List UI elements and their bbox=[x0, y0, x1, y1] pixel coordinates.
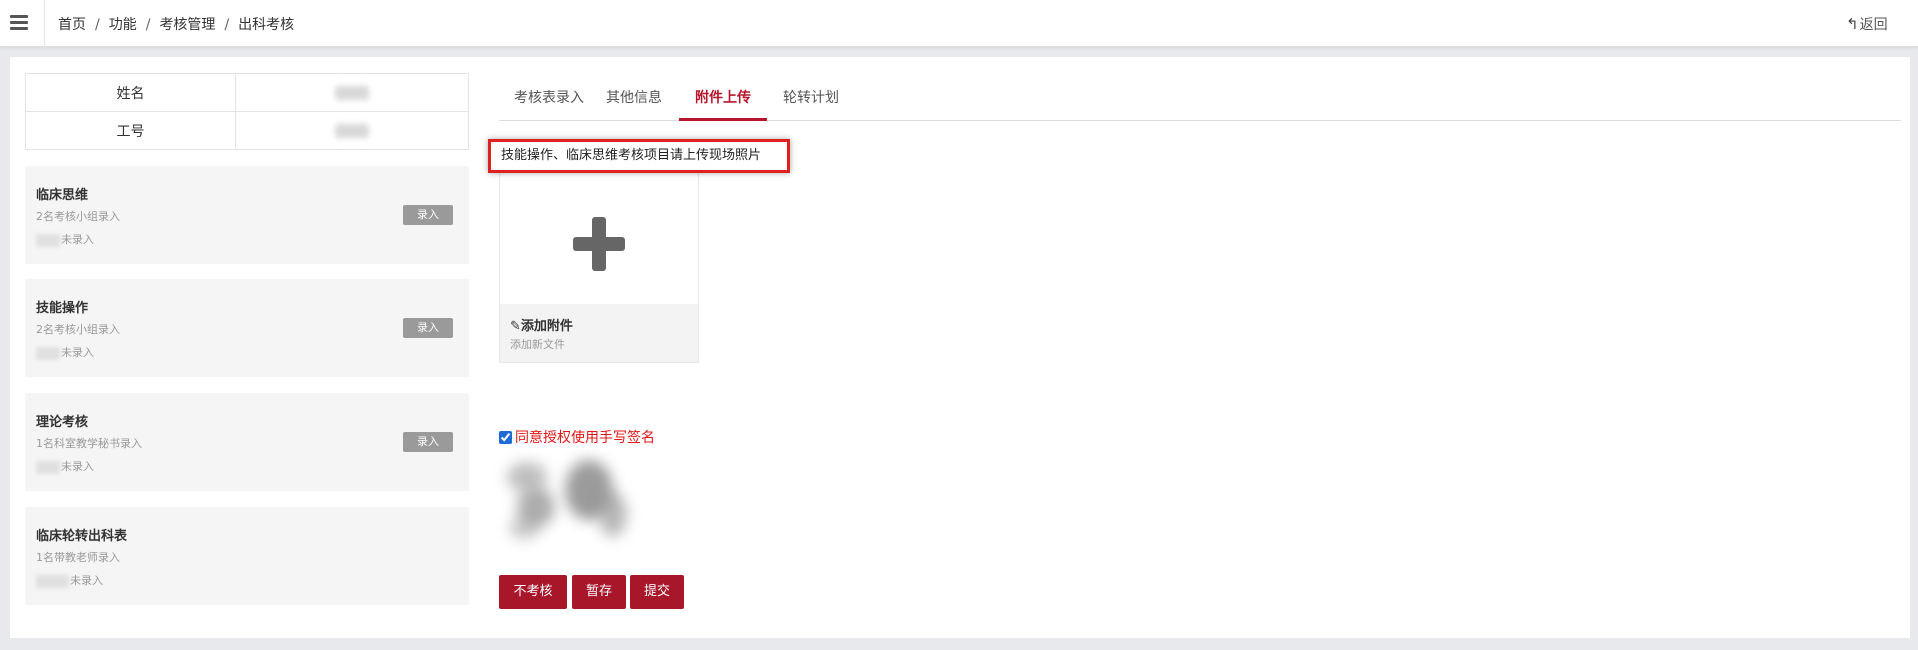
task-card-rotation-exit-form: 临床轮转出科表 1名带教老师录入 未录入 bbox=[25, 507, 469, 605]
enter-button[interactable]: 录入 bbox=[403, 432, 453, 452]
task-status-text: 未录入 bbox=[61, 233, 94, 246]
tab-rotation-plan[interactable]: 轮转计划 bbox=[782, 87, 840, 121]
name-label: 姓名 bbox=[25, 73, 236, 112]
enter-button[interactable]: 录入 bbox=[403, 318, 453, 338]
back-link[interactable]: ↰返回 bbox=[1846, 14, 1888, 34]
task-status: 未录入 bbox=[36, 344, 94, 360]
table-row: 工号 bbox=[25, 111, 469, 150]
signature-consent[interactable]: 同意授权使用手写签名 bbox=[499, 427, 655, 447]
breadcrumb-separator: / bbox=[95, 17, 100, 33]
task-status-text: 未录入 bbox=[61, 346, 94, 359]
task-status-text: 未录入 bbox=[61, 460, 94, 473]
blurred-name bbox=[36, 346, 60, 360]
topbar-divider bbox=[44, 0, 45, 47]
save-draft-button[interactable]: 暂存 bbox=[572, 575, 626, 609]
task-status-text: 未录入 bbox=[70, 574, 103, 587]
task-subtitle: 1名带教老师录入 bbox=[36, 551, 120, 564]
employee-id-value bbox=[235, 111, 469, 150]
student-info-table: 姓名 工号 bbox=[25, 73, 469, 150]
task-card-clinical-thinking: 临床思维 2名考核小组录入 未录入 录入 bbox=[25, 166, 469, 264]
back-label: 返回 bbox=[1859, 17, 1888, 33]
task-title: 临床轮转出科表 bbox=[36, 529, 128, 544]
add-attachment-area[interactable] bbox=[500, 168, 698, 304]
breadcrumb-current: 出科考核 bbox=[238, 17, 295, 33]
task-card-theory-exam: 理论考核 1名科室教学秘书录入 未录入 录入 bbox=[25, 393, 469, 491]
task-title: 理论考核 bbox=[36, 415, 89, 430]
blurred-value bbox=[335, 85, 369, 100]
tab-assessment-entry[interactable]: 考核表录入 bbox=[513, 87, 585, 121]
breadcrumb-separator: / bbox=[145, 17, 151, 33]
task-status: 未录入 bbox=[36, 572, 103, 588]
breadcrumb-function[interactable]: 功能 bbox=[109, 17, 137, 33]
table-row: 姓名 bbox=[25, 73, 469, 112]
signature-consent-label: 同意授权使用手写签名 bbox=[515, 430, 655, 446]
add-attachment-footer: ✎添加附件 添加新文件 bbox=[500, 304, 698, 362]
breadcrumb-separator: / bbox=[224, 17, 230, 33]
blurred-name bbox=[36, 574, 69, 588]
breadcrumb-home[interactable]: 首页 bbox=[58, 17, 86, 33]
tab-other-info[interactable]: 其他信息 bbox=[605, 87, 663, 121]
main-card: 姓名 工号 临床思维 2名考核小组录入 未录入 录入 技能操作 2名考核小组录入… bbox=[10, 57, 1910, 638]
top-bar: 首页 / 功能 / 考核管理 / 出科考核 ↰返回 bbox=[0, 0, 1918, 47]
task-title: 临床思维 bbox=[36, 188, 89, 203]
add-attachment-label: 添加附件 bbox=[520, 319, 573, 334]
tab-bar: 考核表录入 其他信息 附件上传 轮转计划 bbox=[499, 57, 1901, 121]
blurred-name bbox=[36, 460, 60, 474]
blurred-value bbox=[335, 123, 369, 138]
breadcrumb-assessment-management[interactable]: 考核管理 bbox=[159, 17, 215, 33]
name-value bbox=[235, 73, 469, 112]
submit-button[interactable]: 提交 bbox=[630, 575, 684, 609]
task-subtitle: 1名科室教学秘书录入 bbox=[36, 437, 142, 450]
breadcrumb: 首页 / 功能 / 考核管理 / 出科考核 bbox=[58, 14, 294, 34]
back-arrow-icon: ↰ bbox=[1846, 15, 1859, 33]
task-card-skill-operation: 技能操作 2名考核小组录入 未录入 录入 bbox=[25, 279, 469, 377]
hamburger-menu-icon[interactable] bbox=[8, 11, 30, 33]
task-subtitle: 2名考核小组录入 bbox=[36, 323, 120, 336]
handwritten-signature bbox=[499, 452, 649, 552]
blurred-name bbox=[36, 233, 60, 247]
task-status: 未录入 bbox=[36, 231, 94, 247]
task-status: 未录入 bbox=[36, 458, 94, 474]
skip-assessment-button[interactable]: 不考核 bbox=[499, 575, 567, 609]
tab-attachment-upload[interactable]: 附件上传 bbox=[679, 87, 767, 121]
add-attachment-card[interactable]: ✎添加附件 添加新文件 bbox=[499, 167, 699, 363]
plus-icon bbox=[592, 217, 606, 271]
add-attachment-subtitle: 添加新文件 bbox=[510, 338, 565, 351]
paperclip-icon: ✎ bbox=[510, 319, 521, 334]
enter-button[interactable]: 录入 bbox=[403, 205, 453, 225]
add-attachment-title: ✎添加附件 bbox=[510, 315, 573, 334]
task-subtitle: 2名考核小组录入 bbox=[36, 210, 120, 223]
employee-id-label: 工号 bbox=[25, 111, 236, 150]
signature-consent-checkbox[interactable] bbox=[499, 431, 512, 444]
upload-notice: 技能操作、临床思维考核项目请上传现场照片 bbox=[488, 139, 790, 173]
task-title: 技能操作 bbox=[36, 301, 89, 316]
